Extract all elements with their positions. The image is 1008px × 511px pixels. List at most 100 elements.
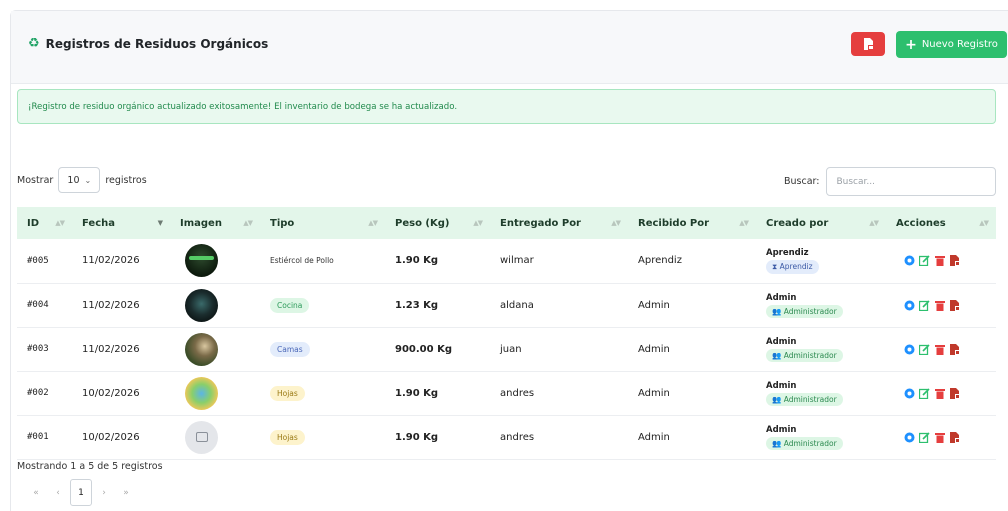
column-header-acciones[interactable]: Acciones ▲▼ [886, 207, 996, 239]
view-icon[interactable] [904, 388, 915, 399]
file-pdf-icon[interactable] [949, 343, 960, 355]
success-alert: ¡Registro de residuo orgánico actualizad… [17, 89, 996, 124]
cell-recibido: Admin [638, 343, 670, 355]
column-header-tipo[interactable]: Tipo ▲▼ [260, 207, 385, 239]
delete-icon[interactable] [934, 300, 945, 311]
record-thumbnail[interactable] [185, 376, 218, 410]
page-size-value: 10 [67, 174, 80, 186]
cell-recibido: Admin [638, 387, 670, 399]
search-input[interactable] [826, 167, 997, 196]
creator-name: Admin [766, 336, 797, 347]
pagination: « ‹ 1 › » [26, 479, 136, 506]
sort-icon: ▲▼ [55, 219, 65, 227]
tipo-badge: Cocina [270, 297, 310, 313]
search-label: Buscar: [784, 176, 820, 187]
cell-fecha: 11/02/2026 [82, 255, 140, 267]
view-icon[interactable] [904, 255, 915, 266]
page-size-select[interactable]: 10 ⌄ [58, 167, 101, 193]
cell-acciones [886, 239, 996, 283]
sort-icon: ▲▼ [368, 219, 378, 227]
column-header-entregado[interactable]: Entregado Por ▲▼ [490, 207, 628, 239]
table-row: #004 11/02/2026 Cocina 1.23 Kg aldana Ad… [17, 283, 996, 327]
cell-creado: Aprendiz ⧗ Aprendiz [756, 239, 886, 283]
show-label: Mostrar [17, 174, 54, 186]
file-pdf-icon[interactable] [949, 299, 960, 311]
next-page-button[interactable]: › [94, 488, 114, 498]
column-header-imagen[interactable]: Imagen ▲▼ [170, 207, 260, 239]
cell-acciones [886, 371, 996, 415]
file-pdf-icon[interactable] [949, 431, 960, 443]
edit-icon[interactable] [919, 343, 930, 355]
prev-page-button[interactable]: ‹ [48, 488, 68, 498]
plus-icon: + [905, 36, 917, 53]
edit-icon[interactable] [919, 431, 930, 443]
delete-icon[interactable] [934, 344, 945, 355]
cell-tipo: Camas [260, 327, 385, 371]
cell-recibido: Admin [638, 299, 670, 311]
cell-peso: 1.90 Kg [395, 387, 439, 399]
users-icon: 👥 [772, 438, 782, 448]
edit-icon[interactable] [919, 299, 930, 311]
row-actions [904, 431, 996, 443]
record-thumbnail[interactable] [185, 288, 218, 322]
table-row: #001 10/02/2026 Hojas 1.90 Kg andres Adm… [17, 415, 996, 459]
edit-icon[interactable] [919, 255, 930, 267]
row-actions [904, 255, 996, 267]
tipo-label: Estiércol de Pollo [270, 256, 334, 266]
users-icon: 👥 [772, 306, 782, 316]
page-size-control: Mostrar 10 ⌄ registros [17, 167, 147, 193]
current-page-button[interactable]: 1 [70, 479, 92, 506]
view-icon[interactable] [904, 344, 915, 355]
cell-acciones [886, 415, 996, 459]
cell-peso: 900.00 Kg [395, 343, 452, 355]
record-thumbnail[interactable] [185, 332, 218, 366]
image-placeholder-icon[interactable] [185, 420, 218, 454]
cell-entregado: aldana [500, 299, 534, 311]
cell-fecha: 10/02/2026 [82, 431, 140, 443]
file-pdf-icon[interactable] [949, 255, 960, 267]
table-row: #005 11/02/2026 Estiércol de Pollo 1.90 … [17, 239, 996, 283]
tipo-badge: Camas [270, 341, 310, 357]
delete-icon[interactable] [934, 255, 945, 267]
cell-tipo: Cocina [260, 283, 385, 327]
delete-icon[interactable] [934, 388, 945, 399]
file-pdf-icon[interactable] [949, 387, 960, 399]
cell-creado: Admin 👥 Administrador [756, 415, 886, 459]
records-table: ID ▲▼ Fecha ▼ Imagen ▲▼ Tipo ▲▼ Peso (Kg) ▲▼ … [17, 207, 996, 460]
role-badge: 👥 Administrador [766, 348, 843, 362]
column-header-fecha[interactable]: Fecha ▼ [72, 207, 170, 239]
cell-id: #002 [27, 388, 49, 398]
column-header-peso[interactable]: Peso (Kg) ▲▼ [385, 207, 490, 239]
role-badge: ⧗ Aprendiz [766, 259, 819, 274]
cell-entregado: andres [500, 431, 535, 443]
view-icon[interactable] [904, 300, 915, 311]
tipo-badge: Hojas [270, 385, 305, 401]
sort-icon: ▲▼ [611, 219, 621, 227]
cell-entregado: andres [500, 387, 535, 399]
tipo-badge: Hojas [270, 429, 305, 445]
cell-fecha: 11/02/2026 [82, 343, 140, 355]
delete-icon[interactable] [934, 432, 945, 443]
creator-name: Admin [766, 424, 797, 435]
last-page-button[interactable]: » [116, 488, 136, 498]
cell-imagen [170, 371, 260, 415]
column-header-recibido[interactable]: Recibido Por ▲▼ [628, 207, 756, 239]
cell-entregado: juan [500, 343, 522, 355]
table-row: #002 10/02/2026 Hojas 1.90 Kg andres Adm… [17, 371, 996, 415]
cell-id: #005 [27, 255, 49, 266]
cell-peso: 1.90 Kg [395, 255, 439, 267]
new-record-label: Nuevo Registro [921, 39, 998, 50]
first-page-button[interactable]: « [26, 488, 46, 498]
role-badge: 👥 Administrador [766, 304, 843, 318]
page-title-text: Registros de Residuos Orgánicos [45, 36, 269, 51]
export-pdf-button[interactable] [851, 32, 885, 56]
recycle-icon: ♻ [28, 36, 40, 51]
column-header-id[interactable]: ID ▲▼ [17, 207, 72, 239]
search-control: Buscar: [784, 167, 997, 196]
cell-tipo: Hojas [260, 371, 385, 415]
column-header-creado[interactable]: Creado por ▲▼ [756, 207, 886, 239]
new-record-button[interactable]: + Nuevo Registro [896, 31, 1007, 58]
view-icon[interactable] [904, 432, 915, 443]
edit-icon[interactable] [919, 387, 930, 399]
record-thumbnail[interactable] [185, 244, 218, 278]
